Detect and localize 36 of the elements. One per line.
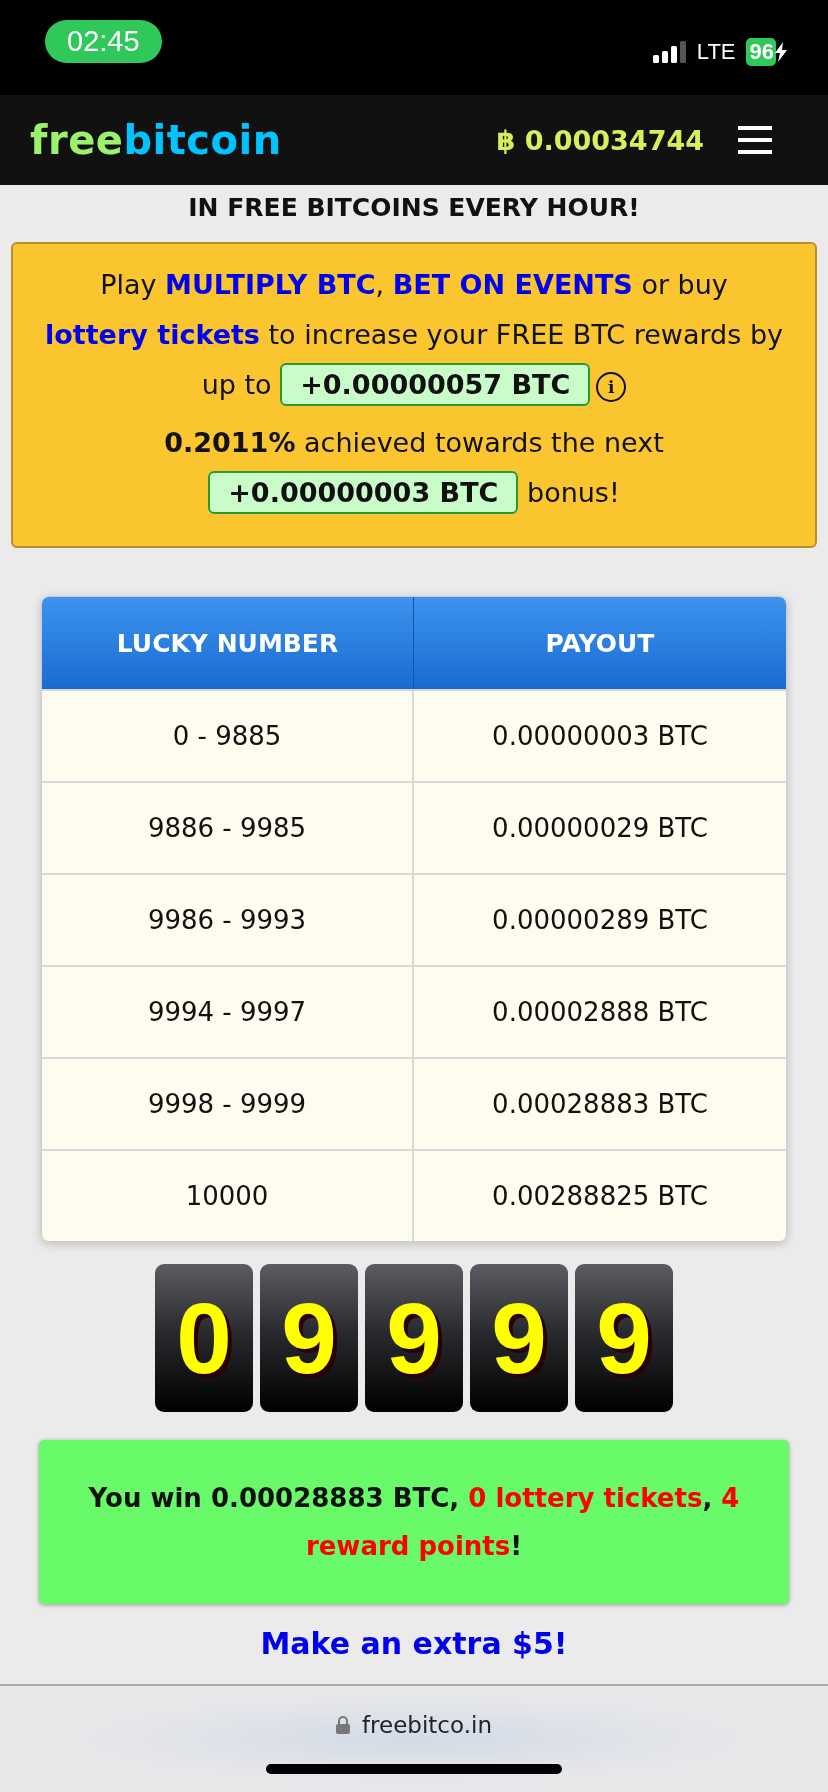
roll-digit: 9 (260, 1264, 358, 1412)
network-label: LTE (696, 39, 736, 65)
balance-text: ฿ 0.00034744 (496, 124, 704, 156)
table-cell-text: 0.00000003 BTC (491, 720, 709, 753)
logo-text[interactable]: free (30, 117, 124, 163)
menu-icon (738, 126, 772, 154)
promo-text: 0.2011% achieved towards the next +0.00000003 BTC bonus! (29, 418, 799, 518)
btc-amount-badge: +0.00000003 BTC (208, 471, 519, 514)
table-cell-text: 0.00288825 BTC (491, 1180, 709, 1213)
url-text[interactable]: freebitco.in (362, 1712, 492, 1738)
promo-link[interactable]: BET ON EVENTS (392, 269, 633, 300)
extra-link[interactable]: Make an extra $5! (260, 1626, 568, 1661)
table-cell-text: 0.00000289 BTC (491, 904, 709, 937)
promo-link[interactable]: MULTIPLY BTC (165, 269, 376, 300)
battery-level: 96 (745, 38, 776, 66)
btc-amount-badge: +0.00000057 BTC (280, 363, 591, 406)
table-cell-text: 0.00028883 BTC (491, 1088, 709, 1121)
roll-digit: 9 (365, 1264, 463, 1412)
menu-button[interactable] (738, 126, 772, 154)
roll-digit: 9 (470, 1264, 568, 1412)
roll-digit: 9 (575, 1264, 673, 1412)
win-message: You win 0.00028883 BTC, 0 lottery tickets, 4 reward points! (39, 1440, 789, 1604)
promo-text: Play MULTIPLY BTC, BET ON EVENTS or buy lottery tickets to increase your FREE BTC rewards by up to +0.00000057 BTC i (29, 260, 799, 410)
signal-icon (652, 41, 687, 63)
lock-icon (336, 1716, 350, 1734)
headline: IN FREE BITCOINS EVERY HOUR! (187, 192, 641, 224)
promo-link[interactable]: lottery tickets (45, 319, 260, 350)
table-cell-text: 0.00002888 BTC (491, 996, 709, 1029)
table-cell-text: 0.00000029 BTC (491, 812, 709, 845)
table-cell: 10000 (42, 1151, 414, 1241)
roll-digit: 0 (155, 1264, 253, 1412)
info-icon[interactable]: i (596, 371, 627, 402)
column-header: PAYOUT (544, 627, 656, 660)
status-time: 02:45 (45, 20, 162, 63)
logo-text[interactable]: bitcoin (123, 117, 282, 163)
charging-bolt-icon (774, 42, 788, 62)
